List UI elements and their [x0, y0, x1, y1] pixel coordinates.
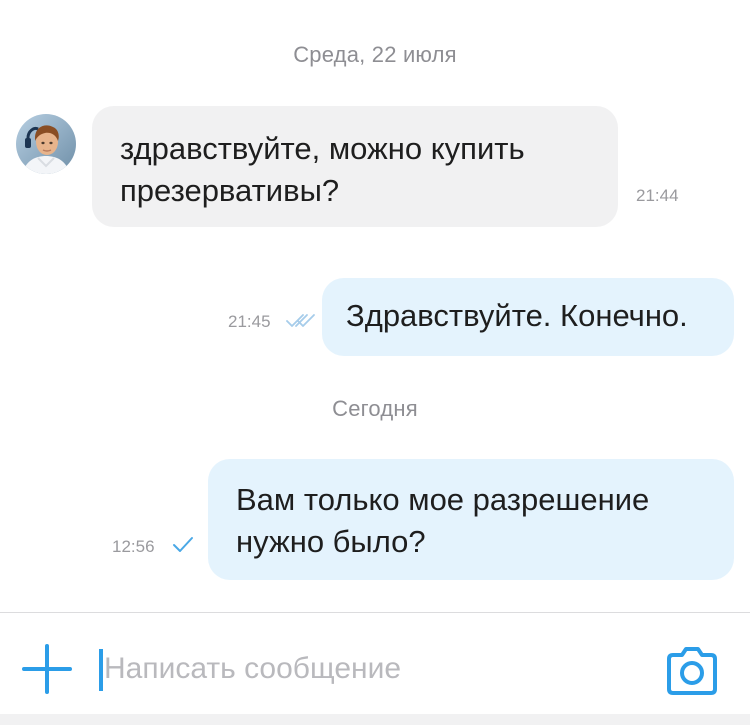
message-composer [0, 613, 750, 725]
message-time: 12:56 [112, 537, 155, 556]
message-time: 21:45 [228, 312, 271, 331]
message-text-line: Вам только мое разрешение [236, 482, 650, 517]
message-text-line: здравствуйте, можно купить [120, 131, 525, 166]
user-photo [16, 114, 76, 174]
double-check-icon [286, 314, 315, 327]
message-text-line: нужно было? [236, 524, 426, 559]
message-text-line: презервативы? [120, 173, 340, 208]
date-separator: Среда, 22 июля [293, 42, 457, 67]
message-list[interactable]: Среда, 22 июля здравствуйте, можно купит… [0, 0, 750, 612]
date-separator: Сегодня [332, 396, 418, 421]
check-icon [173, 537, 193, 552]
incoming-message-bubble[interactable]: здравствуйте, можно купить презервативы? [92, 106, 618, 227]
camera-icon[interactable] [664, 643, 720, 699]
message-input[interactable] [100, 643, 640, 695]
outgoing-message-bubble[interactable]: Вам только мое разрешение нужно было? [208, 459, 734, 580]
outgoing-message-bubble[interactable]: Здравствуйте. Конечно. [322, 278, 734, 356]
avatar[interactable] [16, 114, 76, 174]
message-text-line: Здравствуйте. Конечно. [346, 298, 688, 333]
message-time: 21:44 [636, 186, 679, 205]
text-cursor [99, 649, 103, 691]
bottom-bar [0, 714, 750, 725]
plus-icon[interactable] [22, 644, 72, 694]
